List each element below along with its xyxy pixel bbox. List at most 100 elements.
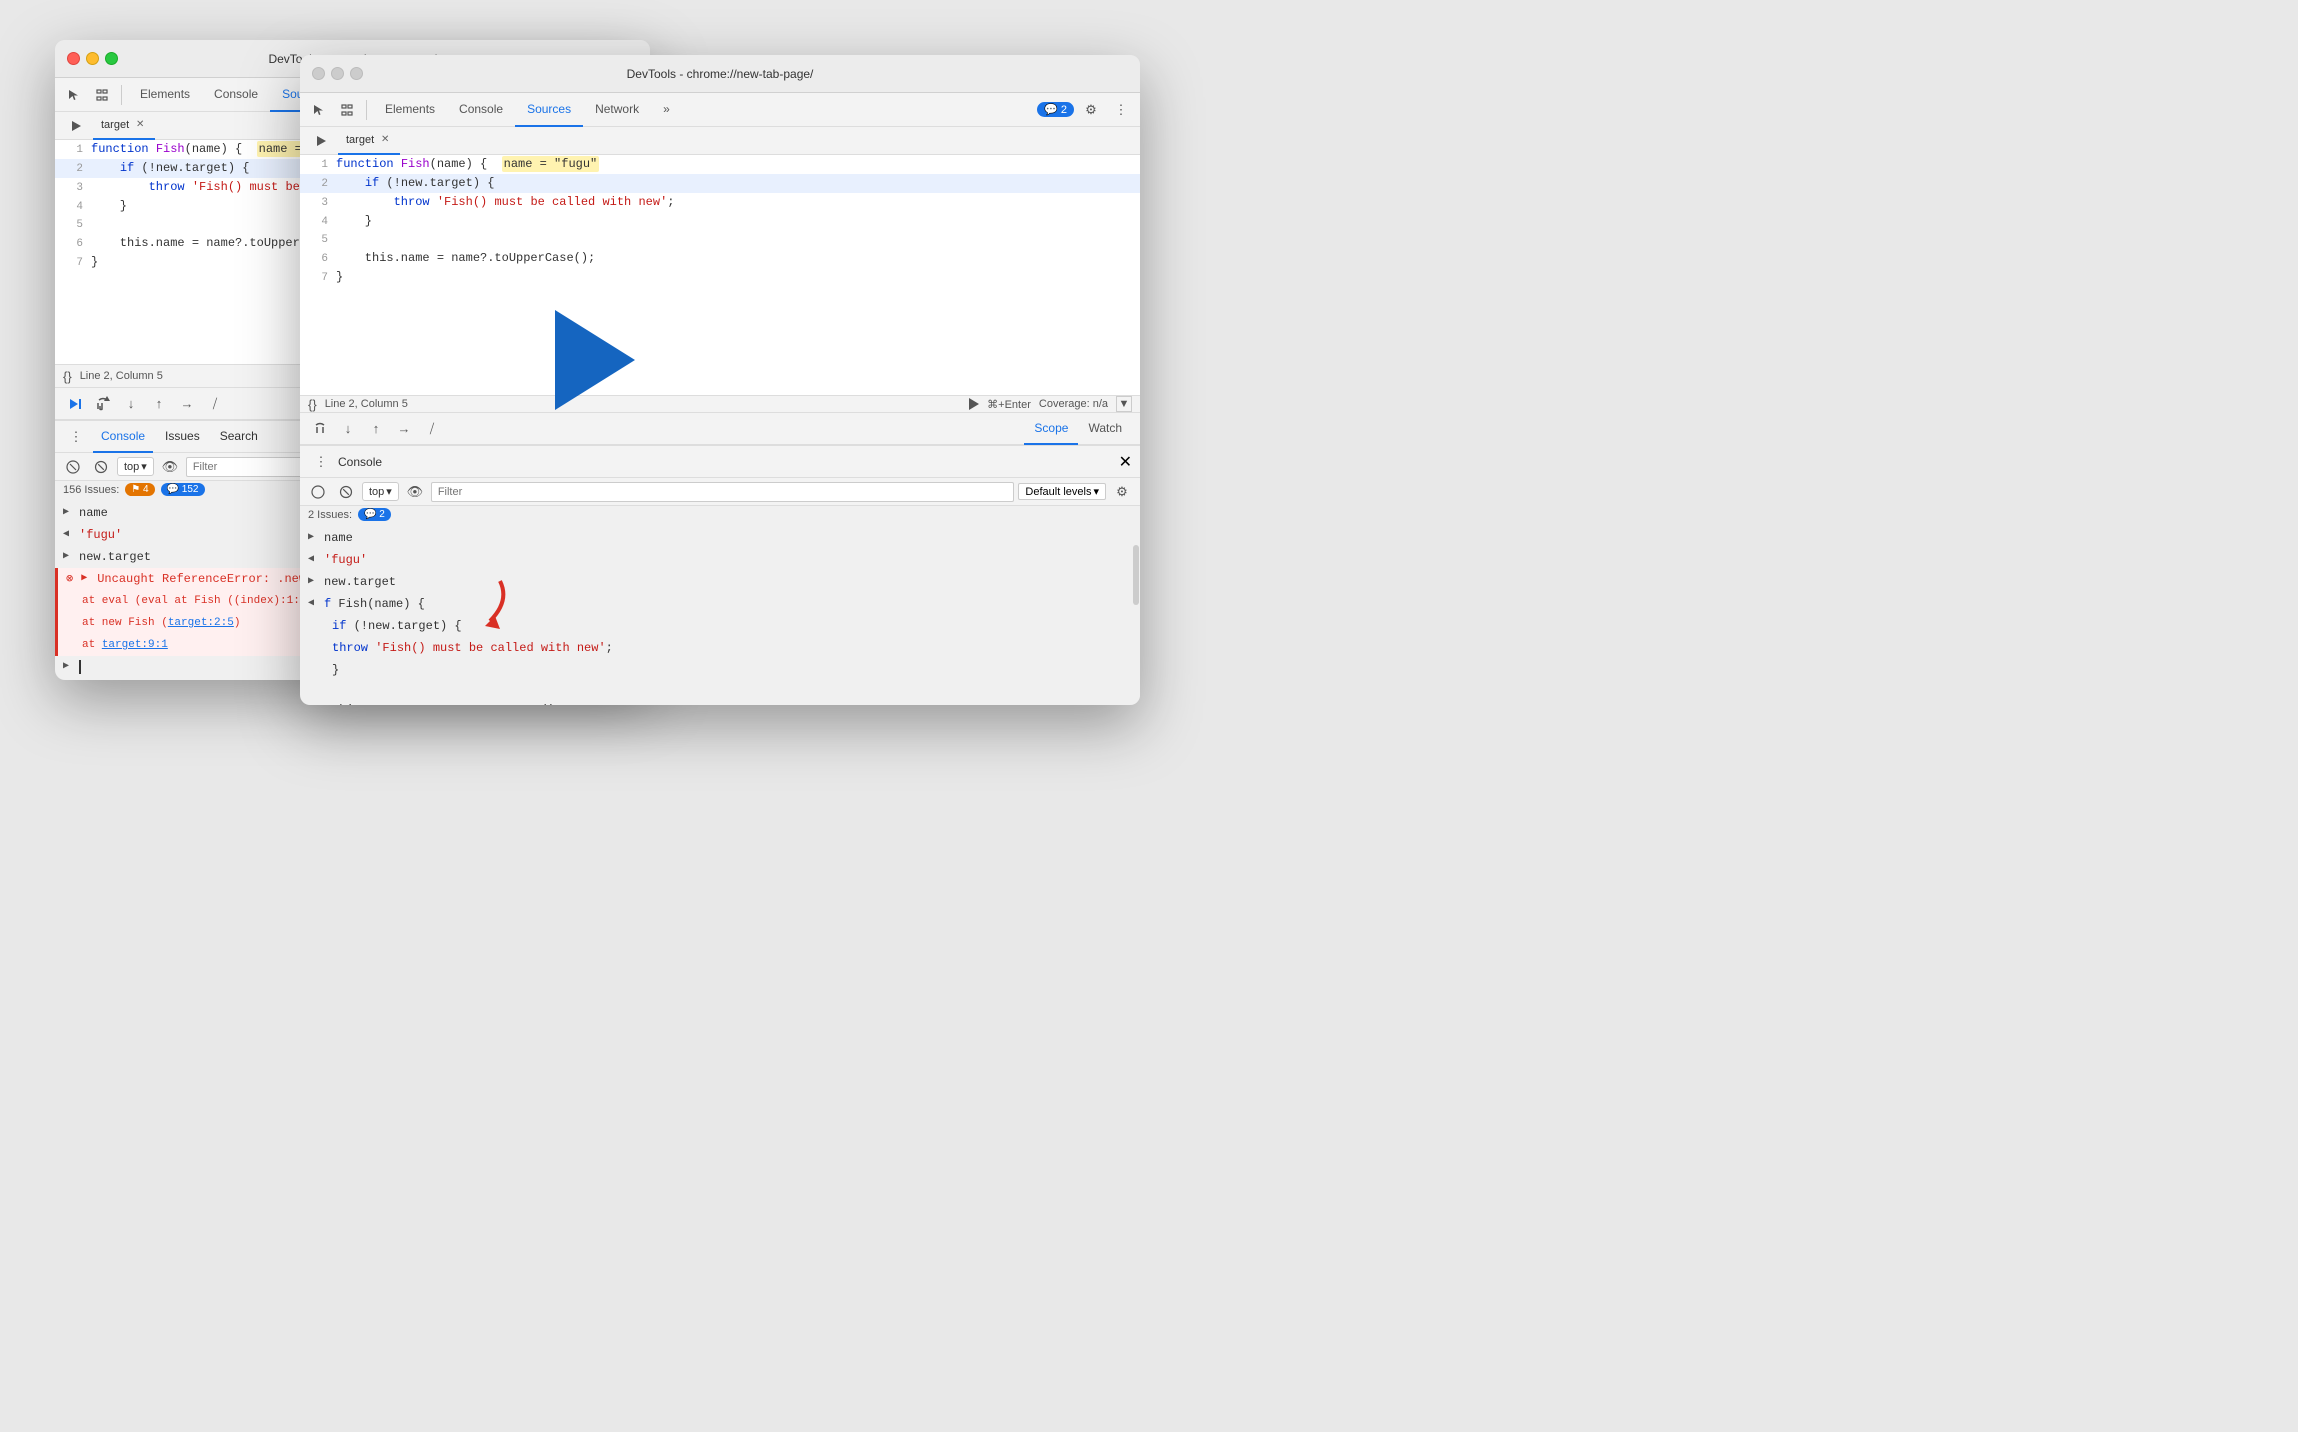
tab-issues-1[interactable]: Issues [157, 421, 208, 453]
status-right-2: ⌘+Enter Coverage: n/a ▼ [969, 396, 1132, 412]
traffic-lights-1 [67, 52, 118, 65]
console-item-newtarget-2: ▶ new.target [300, 571, 1140, 593]
blue-arrow [555, 310, 635, 410]
tab-console-2[interactable]: Console [447, 93, 515, 127]
dropdown-arrow-1: ▾ [141, 460, 147, 473]
file-tab-close-1[interactable]: ✕ [133, 118, 147, 132]
console-header-2: ⋮ Console ✕ [300, 446, 1140, 478]
deactivate-icon[interactable]: ⧸ [203, 392, 227, 416]
levels-arrow-2: ▾ [1093, 485, 1099, 498]
console-close-2[interactable]: ✕ [1119, 452, 1132, 472]
minimize-button-2[interactable] [331, 67, 344, 80]
filter-input-2[interactable] [431, 482, 1015, 502]
console-item-fugu-2: ◀ 'fugu' [300, 549, 1140, 571]
drag-icon-2[interactable]: ⋮ [308, 449, 334, 475]
console-title-2: Console [338, 455, 382, 469]
debug-toolbar-2: ↓ ↑ → ⧸ Scope Watch [300, 413, 1140, 445]
step-over-icon[interactable] [91, 392, 115, 416]
cursor-1 [79, 660, 81, 674]
step-out-icon-2[interactable]: ↑ [364, 417, 388, 441]
tab-console-1[interactable]: Console [202, 78, 270, 112]
top-dropdown-1[interactable]: top ▾ [117, 457, 154, 476]
block-icon-1[interactable] [89, 455, 113, 479]
error-circle-icon: ⊗ [66, 570, 73, 588]
devtools-window-2: DevTools - chrome://new-tab-page/ Elemen… [300, 55, 1140, 705]
tab-network-2[interactable]: Network [583, 93, 651, 127]
console-item-fn-2: ◀ f Fish(name) { [300, 593, 1140, 615]
clear-icon-2[interactable] [306, 480, 330, 504]
console-fn-line-2: throw 'Fish() must be called with new'; [300, 637, 1140, 659]
file-tab-name-2: target [346, 134, 374, 146]
issues-summary-2: 2 Issues: 💬 2 [300, 506, 1140, 523]
run-icon-1[interactable] [63, 113, 89, 139]
info-badge-2: 💬 2 [358, 508, 391, 521]
tab-sources-2[interactable]: Sources [515, 93, 583, 127]
levels-dropdown-2[interactable]: Default levels ▾ [1018, 483, 1106, 500]
code-line-2-5: 5 [300, 231, 1140, 249]
top-dropdown-2[interactable]: top ▾ [362, 482, 399, 501]
issues-count-text-2: 2 Issues: [308, 509, 352, 521]
status-bar-2: {} Line 2, Column 5 ⌘+Enter Coverage: n/… [300, 395, 1140, 413]
top-label-1: top [124, 461, 139, 473]
cursor-icon[interactable] [61, 82, 87, 108]
file-tab-close-2[interactable]: ✕ [378, 133, 392, 147]
settings-icon-2[interactable]: ⚙ [1110, 480, 1134, 504]
tab-console-panel-1[interactable]: Console [93, 421, 153, 453]
console-toolbar-2: top ▾ 👁 Default levels ▾ ⚙ [300, 478, 1140, 506]
code-line-2-4: 4 } [300, 212, 1140, 231]
code-editor-2[interactable]: 1 function Fish(name) { name = "fugu" 2 … [300, 155, 1140, 395]
debug-tab-scope-2[interactable]: Scope [1024, 413, 1078, 445]
console-section-2: ⋮ Console ✕ top ▾ 👁 Default l [300, 445, 1140, 705]
minimize-button-1[interactable] [86, 52, 99, 65]
console-fn-line-3: } [300, 659, 1140, 681]
gear-icon-2[interactable]: ⚙ [1078, 97, 1104, 123]
scrollbar-2[interactable] [1132, 523, 1140, 705]
drag-icon-1[interactable]: ⋮ [63, 424, 89, 450]
run-shortcut-2: ⌘+Enter [987, 398, 1031, 411]
tab-elements-2[interactable]: Elements [373, 93, 447, 127]
cursor-icon-2[interactable] [306, 97, 332, 123]
maximize-button-2[interactable] [350, 67, 363, 80]
step-icon[interactable]: → [175, 392, 199, 416]
info-badge-1: 💬 152 [161, 483, 205, 496]
console-fn-line-1: if (!new.target) { [300, 615, 1140, 637]
step-over-icon-2[interactable] [308, 417, 332, 441]
step-icon-2[interactable]: → [392, 417, 416, 441]
step-into-icon-2[interactable]: ↓ [336, 417, 360, 441]
tab-elements-1[interactable]: Elements [128, 78, 202, 112]
tab-bar-2: target ✕ [300, 127, 1140, 155]
block-icon-2[interactable] [334, 480, 358, 504]
close-button-1[interactable] [67, 52, 80, 65]
traffic-lights-2 [312, 67, 363, 80]
dropdown-arrow-2: ▾ [386, 485, 392, 498]
file-tab-target-2[interactable]: target ✕ [338, 127, 400, 155]
console-item-name-2: ▶ name [300, 527, 1140, 549]
dots-icon-2[interactable]: ⋮ [1108, 97, 1134, 123]
clear-icon-1[interactable] [61, 455, 85, 479]
deactivate-icon-2[interactable]: ⧸ [420, 417, 444, 441]
curly-braces-icon: {} [63, 369, 72, 384]
filter-icon-2[interactable]: ▼ [1116, 396, 1132, 412]
toolbar-sep-2 [366, 100, 367, 120]
inspect-icon-2[interactable] [334, 97, 360, 123]
file-tab-target-1[interactable]: target ✕ [93, 112, 155, 140]
tab-more-2[interactable]: » [651, 93, 682, 127]
scrollbar-thumb-2[interactable] [1133, 545, 1139, 605]
inspect-icon[interactable] [89, 82, 115, 108]
step-out-icon[interactable]: ↑ [147, 392, 171, 416]
resume-icon[interactable] [63, 392, 87, 416]
console-fn-line-4 [300, 681, 1140, 699]
coverage-2: Coverage: n/a [1039, 398, 1108, 410]
titlebar-2: DevTools - chrome://new-tab-page/ [300, 55, 1140, 93]
tab-search-1[interactable]: Search [212, 421, 266, 453]
eye-icon-1[interactable]: 👁 [158, 455, 182, 479]
run-icon-2[interactable] [308, 128, 334, 154]
close-button-2[interactable] [312, 67, 325, 80]
console-fn-line-5: this.name = name?.toUpperCase(); [300, 699, 1140, 705]
maximize-button-1[interactable] [105, 52, 118, 65]
eye-icon-2[interactable]: 👁 [403, 480, 427, 504]
debug-tab-watch-2[interactable]: Watch [1078, 413, 1132, 445]
debug-tabs-2: Scope Watch [1024, 413, 1132, 445]
toolbar-right-2: 💬 2 ⚙ ⋮ [1037, 97, 1134, 123]
step-into-icon[interactable]: ↓ [119, 392, 143, 416]
